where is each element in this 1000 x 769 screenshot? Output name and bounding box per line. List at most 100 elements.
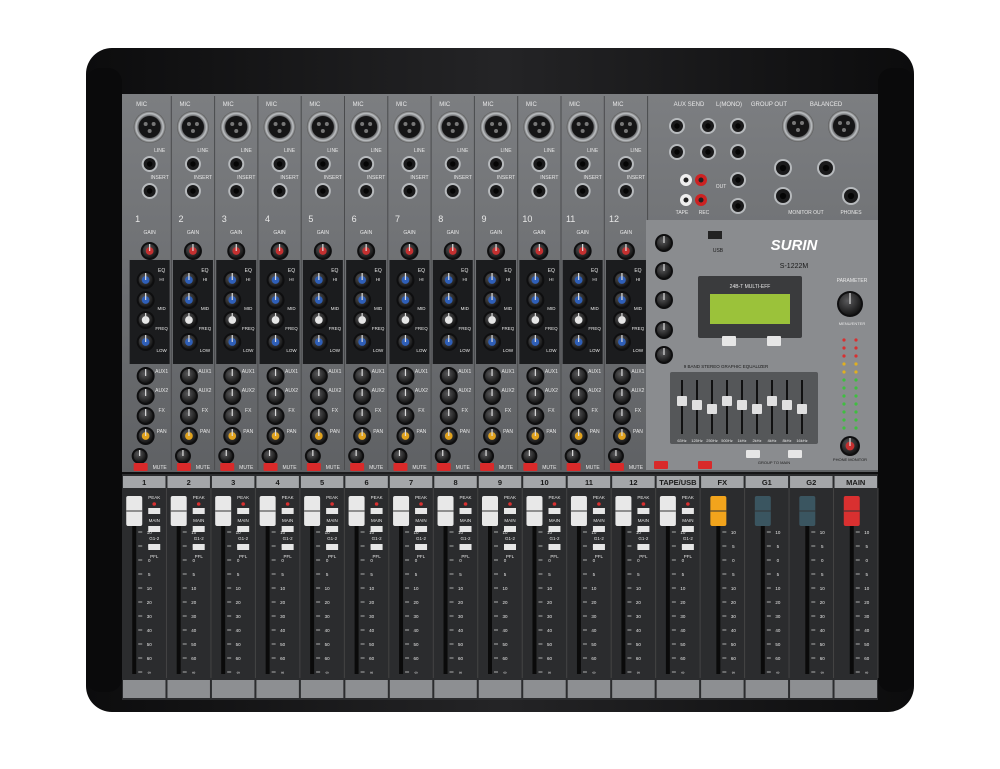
main-assign-button[interactable]	[592, 508, 605, 514]
aux2-knob[interactable]	[439, 387, 458, 405]
level-knob[interactable]	[391, 448, 408, 464]
fx-knob[interactable]	[266, 407, 285, 425]
gain-knob[interactable]	[443, 242, 462, 260]
level-knob[interactable]	[304, 448, 321, 464]
pfl-button[interactable]	[681, 544, 694, 550]
master-aux-knob-0[interactable]	[655, 234, 673, 252]
fx-knob[interactable]	[353, 407, 372, 425]
gain-knob[interactable]	[270, 242, 289, 260]
mic-input-xlr[interactable]	[609, 111, 642, 143]
pfl-button[interactable]	[637, 544, 650, 550]
pfl-button[interactable]	[192, 544, 205, 550]
insert-jack[interactable]	[574, 183, 591, 199]
eq-mid-hi-knob[interactable]	[526, 291, 545, 309]
mic-input-xlr[interactable]	[350, 111, 383, 143]
monitor-jack-0[interactable]	[774, 159, 792, 177]
pan-knob[interactable]	[396, 427, 415, 445]
eq-freq-knob[interactable]	[526, 311, 545, 329]
level-knob[interactable]	[218, 448, 235, 464]
line-input-jack[interactable]	[314, 156, 331, 172]
eq-freq-knob[interactable]	[396, 311, 415, 329]
aux2-knob[interactable]	[612, 387, 631, 405]
main-assign-button[interactable]	[237, 508, 250, 514]
aux1-knob[interactable]	[353, 367, 372, 385]
aux1-knob[interactable]	[612, 367, 631, 385]
eq-low-knob[interactable]	[353, 333, 372, 351]
pan-knob[interactable]	[569, 427, 588, 445]
aux1-knob[interactable]	[223, 367, 242, 385]
line-input-jack[interactable]	[531, 156, 548, 172]
aux1-knob[interactable]	[309, 367, 328, 385]
eq-mid-hi-knob[interactable]	[439, 291, 458, 309]
monitor-jack-3[interactable]	[842, 187, 860, 205]
phone-monitor-knob[interactable]	[840, 436, 860, 456]
mute-button[interactable]	[133, 463, 148, 471]
output-jack-6[interactable]	[730, 172, 746, 188]
mic-input-xlr[interactable]	[306, 111, 339, 143]
line-input-jack[interactable]	[574, 156, 591, 172]
pan-knob[interactable]	[439, 427, 458, 445]
eq-freq-knob[interactable]	[309, 311, 328, 329]
eq-low-knob[interactable]	[179, 333, 198, 351]
eq-hi-knob[interactable]	[569, 271, 588, 289]
main-assign-button[interactable]	[637, 508, 650, 514]
eq-freq-knob[interactable]	[569, 311, 588, 329]
aux1-knob[interactable]	[483, 367, 502, 385]
eq-band-slider[interactable]	[677, 396, 687, 406]
group-assign-button[interactable]	[370, 526, 383, 532]
aux2-knob[interactable]	[309, 387, 328, 405]
group-assign-button[interactable]	[192, 526, 205, 532]
mic-input-xlr[interactable]	[220, 111, 253, 143]
eq-low-knob[interactable]	[223, 333, 242, 351]
mute-button[interactable]	[609, 463, 624, 471]
aux2-knob[interactable]	[223, 387, 242, 405]
main-assign-button[interactable]	[326, 508, 339, 514]
eq-band-slider[interactable]	[707, 404, 717, 414]
fx-knob[interactable]	[612, 407, 631, 425]
insert-jack[interactable]	[228, 183, 245, 199]
group-assign-button[interactable]	[281, 526, 294, 532]
fx-knob[interactable]	[223, 407, 242, 425]
line-input-jack[interactable]	[488, 156, 505, 172]
insert-jack[interactable]	[401, 183, 418, 199]
mute-button[interactable]	[436, 463, 451, 471]
insert-jack[interactable]	[488, 183, 505, 199]
pan-knob[interactable]	[309, 427, 328, 445]
output-jack-1[interactable]	[669, 144, 685, 160]
eq-mid-hi-knob[interactable]	[266, 291, 285, 309]
main-assign-button[interactable]	[504, 508, 516, 514]
eq-band-slider[interactable]	[797, 404, 807, 414]
mute-button[interactable]	[566, 463, 581, 471]
aux1-knob[interactable]	[439, 367, 458, 385]
mute-button[interactable]	[393, 463, 408, 471]
eq-hi-knob[interactable]	[612, 271, 631, 289]
pan-knob[interactable]	[483, 427, 502, 445]
eq-hi-knob[interactable]	[309, 271, 328, 289]
gain-knob[interactable]	[616, 242, 635, 260]
eq-band-slider[interactable]	[782, 400, 792, 410]
eq-low-knob[interactable]	[612, 333, 631, 351]
aux2-knob[interactable]	[136, 387, 155, 405]
rca-jack-1[interactable]	[695, 174, 707, 186]
eq-hi-knob[interactable]	[396, 271, 415, 289]
gain-knob[interactable]	[357, 242, 376, 260]
insert-jack[interactable]	[444, 183, 461, 199]
aux1-knob[interactable]	[396, 367, 415, 385]
pfl-button[interactable]	[415, 544, 428, 550]
output-jack-3[interactable]	[700, 144, 716, 160]
eq-freq-knob[interactable]	[266, 311, 285, 329]
line-input-jack[interactable]	[228, 156, 245, 172]
gain-knob[interactable]	[573, 242, 592, 260]
aux1-knob[interactable]	[569, 367, 588, 385]
pfl-button[interactable]	[281, 544, 294, 550]
mute-button[interactable]	[176, 463, 191, 471]
insert-jack[interactable]	[358, 183, 375, 199]
rca-jack-3[interactable]	[695, 194, 707, 206]
eq-low-knob[interactable]	[439, 333, 458, 351]
main-assign-button[interactable]	[459, 508, 472, 514]
eq-freq-knob[interactable]	[136, 311, 155, 329]
output-jack-0[interactable]	[669, 118, 685, 134]
insert-jack[interactable]	[531, 183, 548, 199]
eq-freq-knob[interactable]	[612, 311, 631, 329]
mute-button[interactable]	[523, 463, 538, 471]
